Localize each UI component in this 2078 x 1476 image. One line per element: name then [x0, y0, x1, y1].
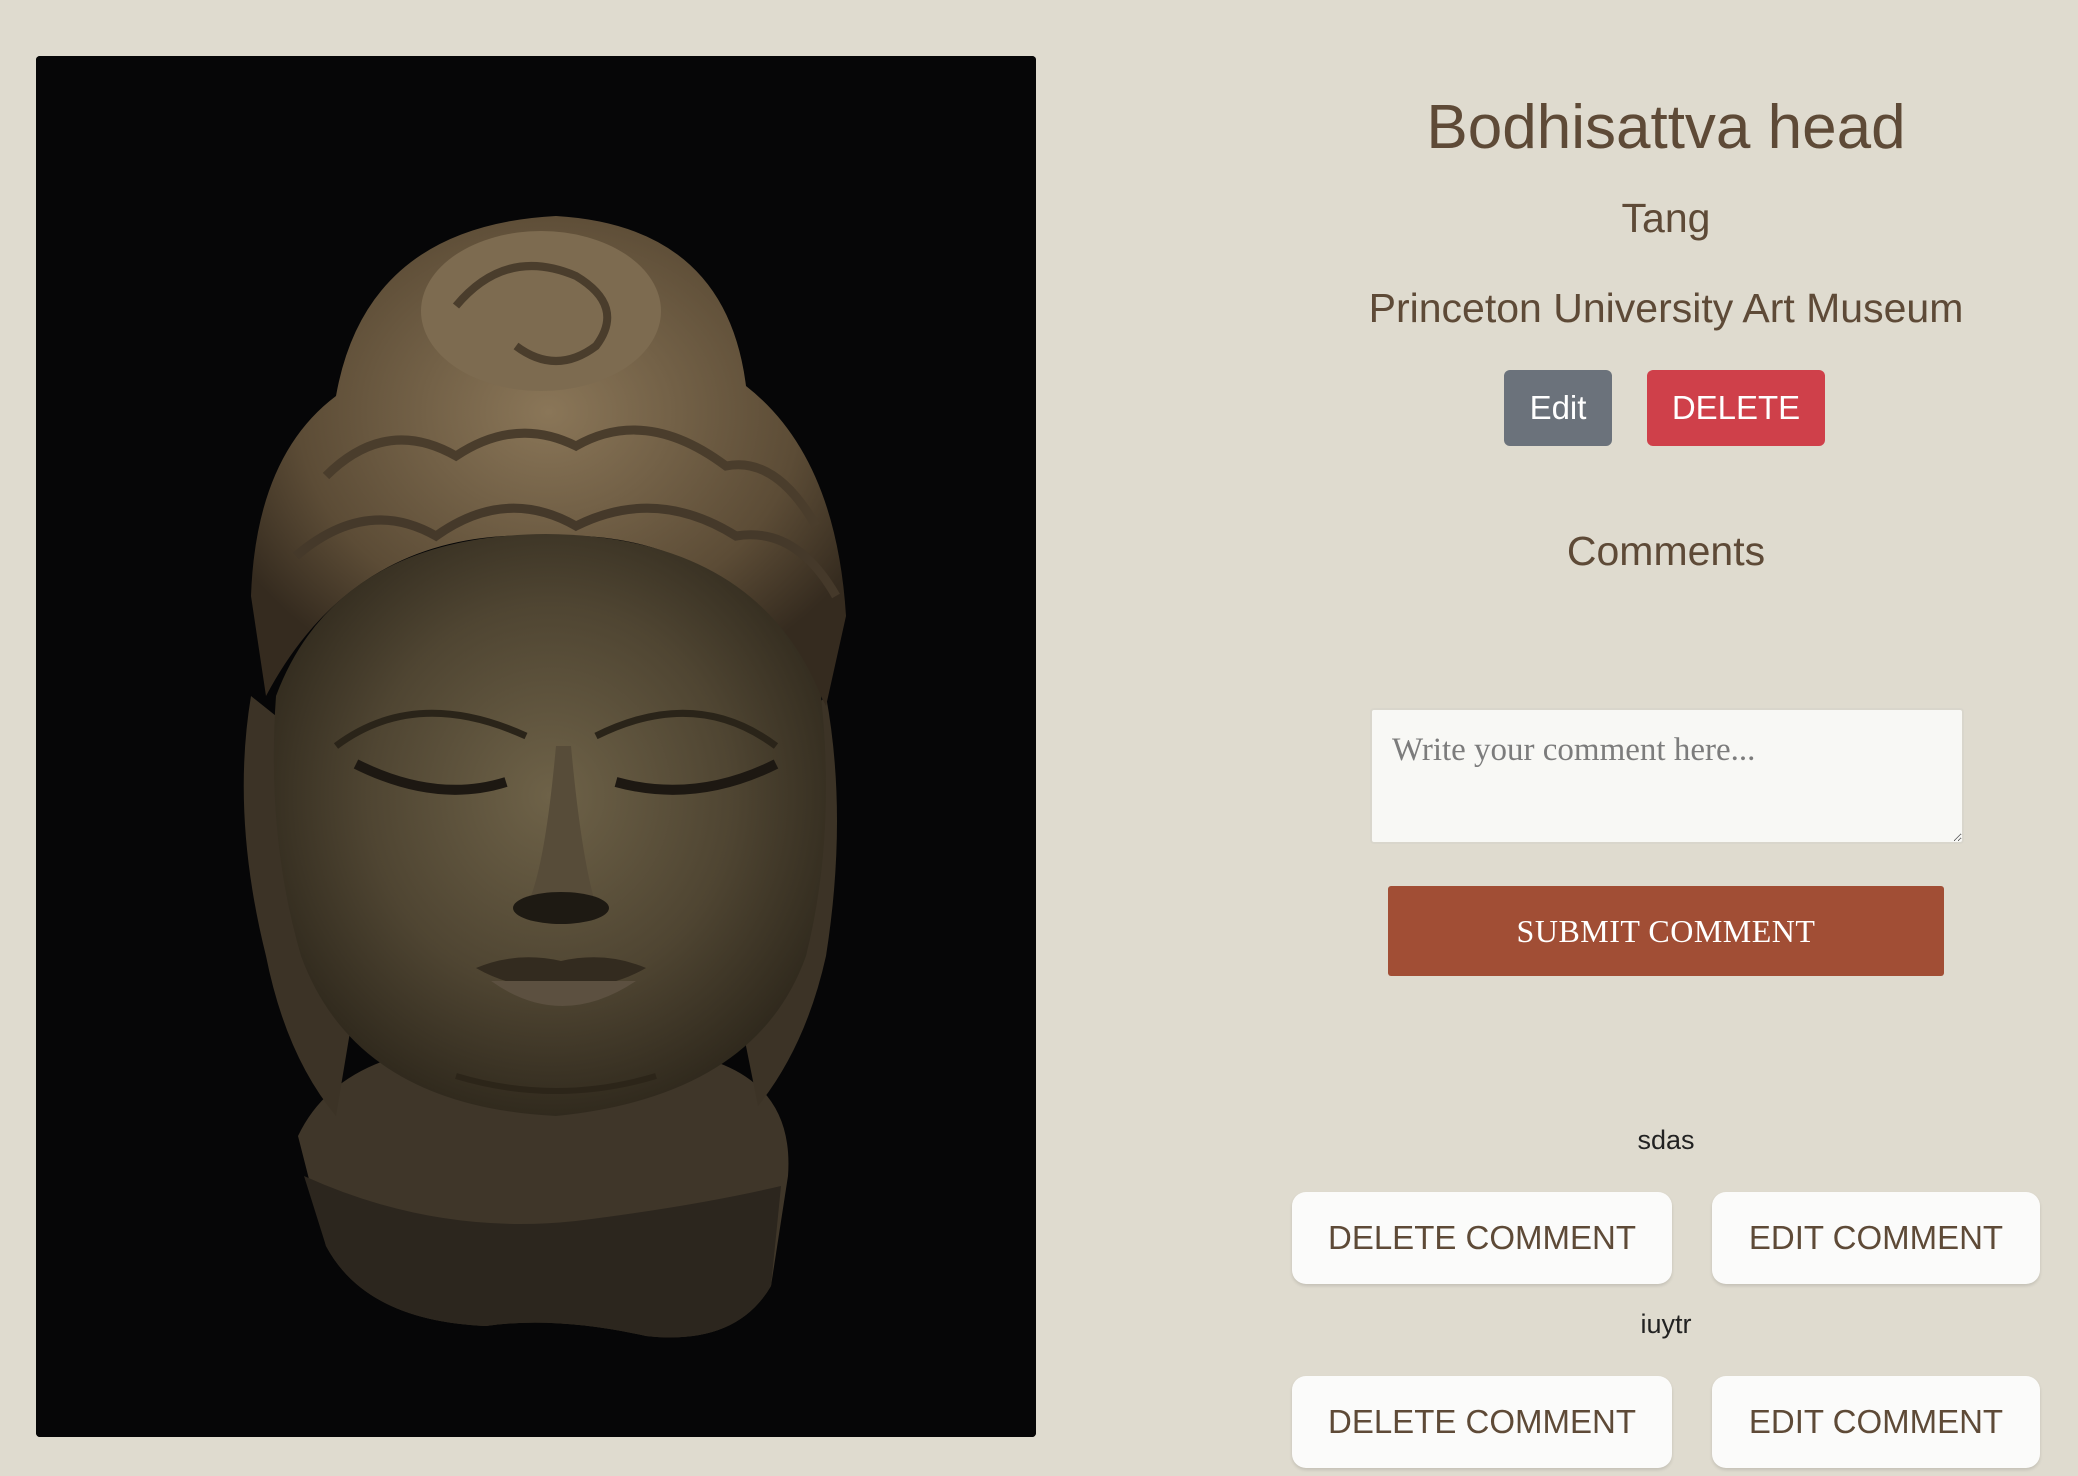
comment-input[interactable] [1370, 708, 1964, 844]
delete-comment-button[interactable]: DELETE COMMENT [1292, 1192, 1672, 1284]
artwork-period: Tang [1621, 195, 1711, 241]
artwork-title: Bodhisattva head [1426, 93, 1906, 162]
delete-artwork-button[interactable]: DELETE [1647, 370, 1825, 446]
bodhisattva-head-sculpture-illustration [36, 56, 1036, 1437]
delete-comment-button[interactable]: DELETE COMMENT [1292, 1376, 1672, 1468]
artwork-detail-page: Bodhisattva head Tang Princeton Universi… [0, 0, 2078, 1476]
edit-comment-button[interactable]: EDIT COMMENT [1712, 1192, 2040, 1284]
edit-comment-button[interactable]: EDIT COMMENT [1712, 1376, 2040, 1468]
artwork-image [36, 56, 1036, 1437]
comments-heading: Comments [1566, 528, 1766, 574]
submit-comment-button[interactable]: SUBMIT COMMENT [1388, 886, 1944, 976]
comment-text: sdas [1637, 1125, 1695, 1155]
artwork-detail-panel: Bodhisattva head Tang Princeton Universi… [1264, 0, 2068, 1476]
edit-artwork-button[interactable]: Edit [1504, 370, 1612, 446]
artwork-museum: Princeton University Art Museum [1368, 285, 1964, 331]
comment-text: iuytr [1640, 1309, 1692, 1339]
